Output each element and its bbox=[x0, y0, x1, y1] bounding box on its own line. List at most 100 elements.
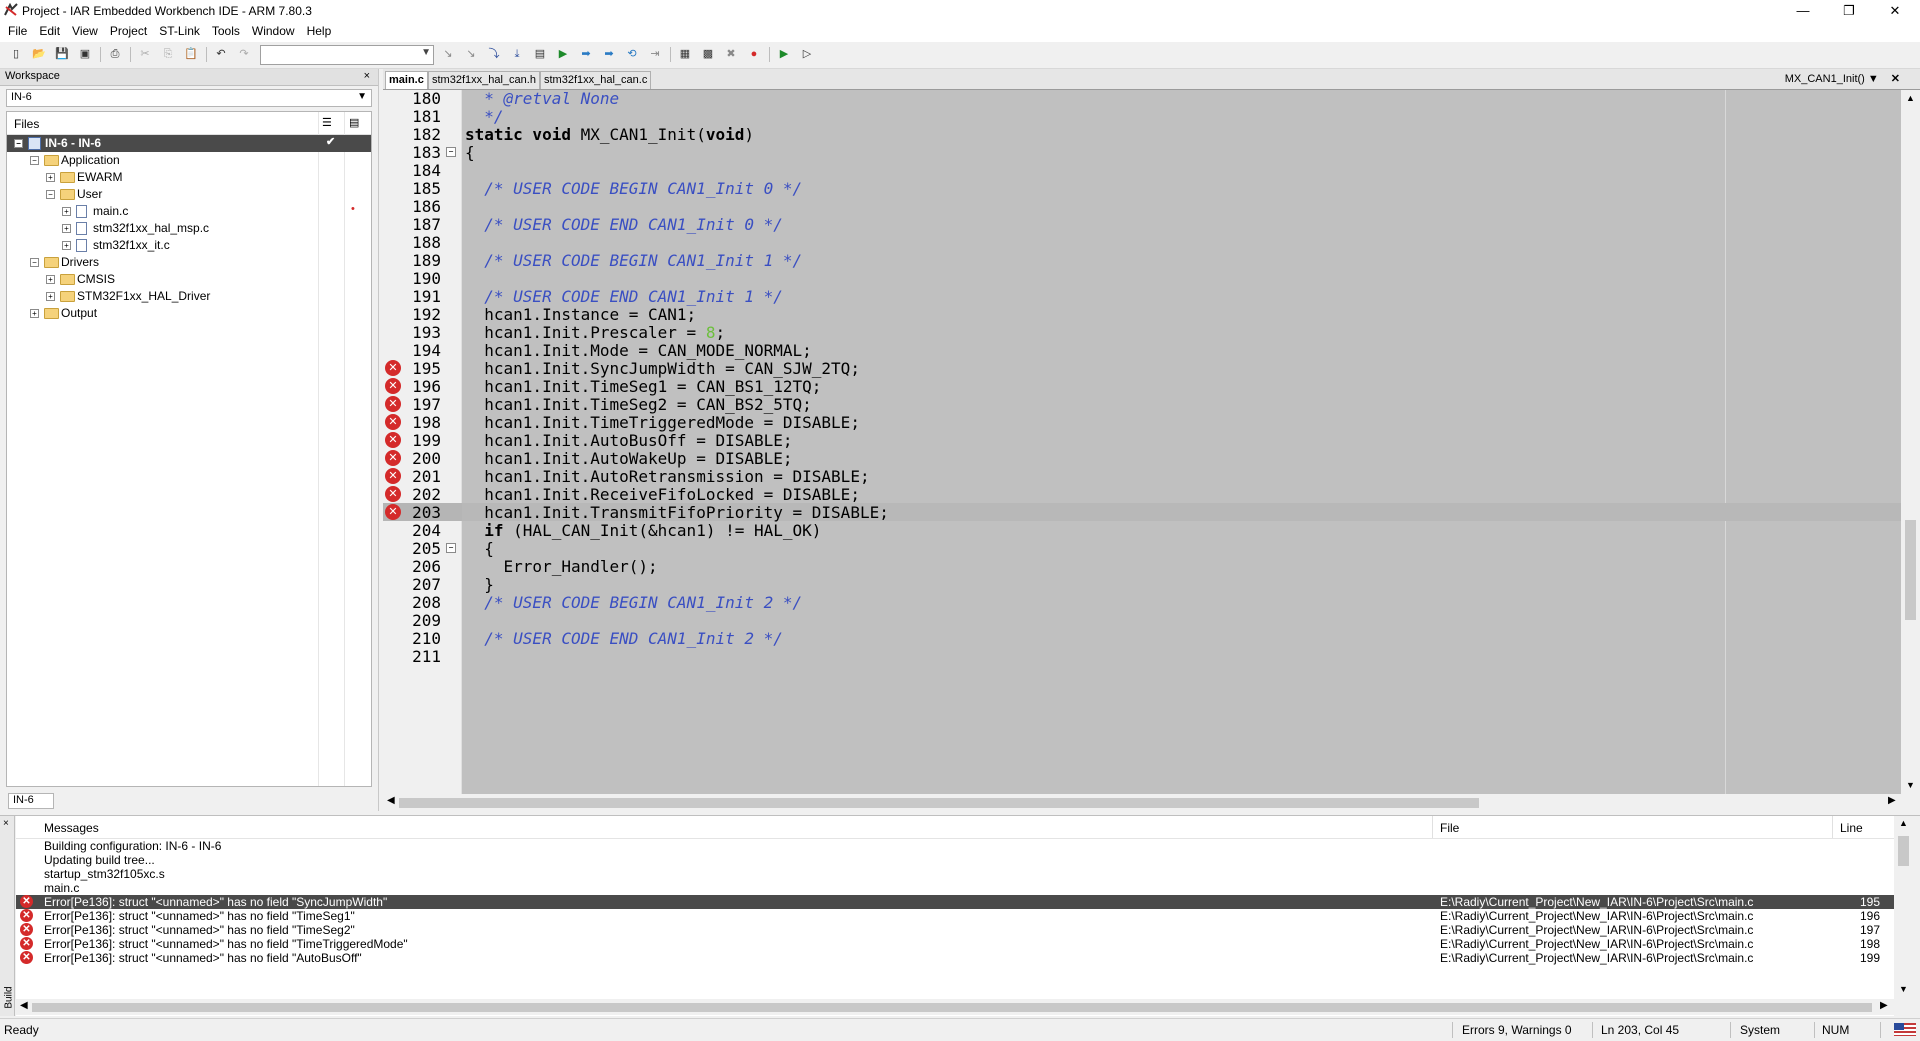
menu-tools[interactable]: Tools bbox=[206, 22, 246, 40]
error-marker-icon[interactable]: ✕ bbox=[385, 450, 401, 466]
scroll-right-icon[interactable]: ▶ bbox=[1888, 795, 1896, 806]
code-line[interactable]: ✕ 195 hcan1.Init.SyncJumpWidth = CAN_SJW_… bbox=[383, 359, 1901, 378]
message-row[interactable]: Updating build tree... bbox=[16, 853, 1894, 867]
workspace-tab[interactable]: IN-6 bbox=[8, 793, 54, 809]
message-row[interactable]: startup_stm32f105xc.s bbox=[16, 867, 1894, 881]
scroll-down-icon[interactable]: ▼ bbox=[1906, 780, 1915, 790]
code-line[interactable]: 194 hcan1.Init.Mode = CAN_MODE_NORMAL; bbox=[383, 341, 1901, 360]
tree-item[interactable]: − IN-6 - IN-6 ✔ bbox=[7, 135, 371, 152]
code-line[interactable]: 192 hcan1.Instance = CAN1; bbox=[383, 305, 1901, 324]
build-vertical-scrollbar[interactable]: ▲ ▼ bbox=[1894, 816, 1913, 999]
tree-item[interactable]: + Output bbox=[7, 305, 371, 322]
editor-vertical-scrollbar[interactable]: ▲ ▼ bbox=[1901, 90, 1920, 794]
tree-item[interactable]: − User bbox=[7, 186, 371, 203]
toggle-breakpoint-icon[interactable]: ● bbox=[746, 46, 762, 62]
save-icon[interactable]: 💾 bbox=[54, 46, 70, 62]
bookmark-icon[interactable]: ▶ bbox=[555, 46, 571, 62]
menu-file[interactable]: File bbox=[0, 22, 33, 40]
build-horizontal-scrollbar[interactable]: ◀ ▶ bbox=[16, 999, 1894, 1015]
code-line[interactable]: 184 bbox=[383, 161, 1901, 180]
menu-window[interactable]: Window bbox=[246, 22, 301, 40]
scroll-thumb[interactable] bbox=[1898, 836, 1909, 866]
error-marker-icon[interactable]: ✕ bbox=[385, 432, 401, 448]
undo-icon[interactable]: ↶ bbox=[213, 46, 229, 62]
expand-icon[interactable]: + bbox=[62, 224, 71, 233]
open-icon[interactable]: 📂 bbox=[31, 46, 47, 62]
code-line[interactable]: 193 hcan1.Init.Prescaler = 8; bbox=[383, 323, 1901, 342]
code-line[interactable]: 209 bbox=[383, 611, 1901, 630]
code-line[interactable]: 204 if (HAL_CAN_Init(&hcan1) != HAL_OK) bbox=[383, 521, 1901, 540]
expand-icon[interactable]: + bbox=[46, 292, 55, 301]
error-message-row[interactable]: ✕ Error[Pe136]: struct "<unnamed>" has no… bbox=[16, 951, 1894, 965]
collapse-icon[interactable]: − bbox=[446, 543, 456, 553]
code-line[interactable]: 207 } bbox=[383, 575, 1901, 594]
code-line[interactable]: 183−{ bbox=[383, 143, 1901, 162]
restore-button[interactable]: ❐ bbox=[1826, 0, 1872, 22]
tree-item[interactable]: + STM32F1xx_HAL_Driver bbox=[7, 288, 371, 305]
code-line[interactable]: ✕ 202 hcan1.Init.ReceiveFifoLocked = DISA… bbox=[383, 485, 1901, 504]
menu-help[interactable]: Help bbox=[301, 22, 338, 40]
tree-item[interactable]: + main.c • bbox=[7, 203, 371, 220]
print-icon[interactable]: ⎙ bbox=[107, 46, 123, 62]
error-message-row[interactable]: ✕ Error[Pe136]: struct "<unnamed>" has no… bbox=[16, 909, 1894, 923]
find-icon[interactable]: ↘ bbox=[440, 46, 456, 62]
minimize-button[interactable]: — bbox=[1780, 0, 1826, 22]
cut-icon[interactable]: ✂ bbox=[137, 46, 153, 62]
scroll-left-icon[interactable]: ◀ bbox=[387, 795, 395, 806]
tab-stm32f1xx-hal-can-c[interactable]: stm32f1xx_hal_can.c bbox=[540, 71, 652, 89]
function-navigator[interactable]: MX_CAN1_Init() ▼ ✕ bbox=[1785, 72, 1900, 85]
scroll-thumb[interactable] bbox=[1905, 520, 1916, 620]
code-line[interactable]: 205− { bbox=[383, 539, 1901, 558]
options-icon[interactable]: ▤ bbox=[349, 116, 359, 129]
code-line[interactable]: ✕ 197 hcan1.Init.TimeSeg2 = CAN_BS2_5TQ; bbox=[383, 395, 1901, 414]
paste-icon[interactable]: 📋 bbox=[183, 46, 199, 62]
error-marker-icon[interactable]: ✕ bbox=[385, 504, 401, 520]
code-line[interactable]: 191 /* USER CODE END CAN1_Init 1 */ bbox=[383, 287, 1901, 306]
compile-icon[interactable]: ▦ bbox=[677, 46, 693, 62]
tree-item[interactable]: + CMSIS bbox=[7, 271, 371, 288]
scroll-right-icon[interactable]: ▶ bbox=[1880, 1000, 1888, 1011]
copy-icon[interactable]: ⎘ bbox=[160, 46, 176, 62]
tree-item[interactable]: + stm32f1xx_it.c bbox=[7, 237, 371, 254]
code-line[interactable]: 208 /* USER CODE BEGIN CAN1_Init 2 */ bbox=[383, 593, 1901, 612]
code-line[interactable]: 190 bbox=[383, 269, 1901, 288]
menu-st-link[interactable]: ST-Link bbox=[153, 22, 206, 40]
line-column-header[interactable]: Line bbox=[1840, 821, 1863, 835]
go-to-icon[interactable]: ▤ bbox=[532, 46, 548, 62]
tree-item[interactable]: + EWARM bbox=[7, 169, 371, 186]
error-marker-icon[interactable]: ✕ bbox=[385, 414, 401, 430]
code-line[interactable]: 211 bbox=[383, 647, 1901, 666]
menu-edit[interactable]: Edit bbox=[33, 22, 66, 40]
nav-forward-icon[interactable]: ⇥ bbox=[647, 46, 663, 62]
file-column-header[interactable]: File bbox=[1440, 821, 1459, 835]
code-line[interactable]: 180 * @retval None bbox=[383, 90, 1901, 108]
code-line[interactable]: 188 bbox=[383, 233, 1901, 252]
code-area[interactable]: 180 * @retval None 181 */182 static void M… bbox=[383, 90, 1901, 794]
tree-item[interactable]: + stm32f1xx_hal_msp.c bbox=[7, 220, 371, 237]
collapse-icon[interactable]: − bbox=[30, 258, 39, 267]
code-line[interactable]: 206 Error_Handler(); bbox=[383, 557, 1901, 576]
sort-icon[interactable]: ☰ bbox=[322, 116, 332, 129]
error-marker-icon[interactable]: ✕ bbox=[385, 378, 401, 394]
close-window-button[interactable]: ✕ bbox=[1872, 0, 1918, 22]
menu-project[interactable]: Project bbox=[104, 22, 153, 40]
menu-view[interactable]: View bbox=[66, 22, 104, 40]
collapse-icon[interactable]: − bbox=[30, 156, 39, 165]
error-marker-icon[interactable]: ✕ bbox=[385, 486, 401, 502]
message-row[interactable]: Building configuration: IN-6 - IN-6 bbox=[16, 839, 1894, 853]
collapse-icon[interactable]: − bbox=[46, 190, 55, 199]
error-message-row[interactable]: ✕ Error[Pe136]: struct "<unnamed>" has no… bbox=[16, 923, 1894, 937]
tab-main-c[interactable]: main.c bbox=[385, 71, 428, 89]
error-marker-icon[interactable]: ✕ bbox=[385, 468, 401, 484]
new-file-icon[interactable]: ▯ bbox=[8, 46, 24, 62]
close-icon[interactable]: ✕ bbox=[1891, 73, 1900, 85]
scroll-thumb[interactable] bbox=[399, 798, 1479, 808]
expand-icon[interactable]: + bbox=[30, 309, 39, 318]
code-line[interactable]: 189 /* USER CODE BEGIN CAN1_Init 1 */ bbox=[383, 251, 1901, 270]
scroll-down-icon[interactable]: ▼ bbox=[1899, 984, 1908, 994]
debug-without-download-icon[interactable]: ▷ bbox=[799, 46, 815, 62]
scroll-up-icon[interactable]: ▲ bbox=[1906, 93, 1915, 103]
error-marker-icon[interactable]: ✕ bbox=[385, 396, 401, 412]
code-line[interactable]: 187 /* USER CODE END CAN1_Init 0 */ bbox=[383, 215, 1901, 234]
error-message-row[interactable]: ✕ Error[Pe136]: struct "<unnamed>" has no… bbox=[16, 895, 1894, 909]
